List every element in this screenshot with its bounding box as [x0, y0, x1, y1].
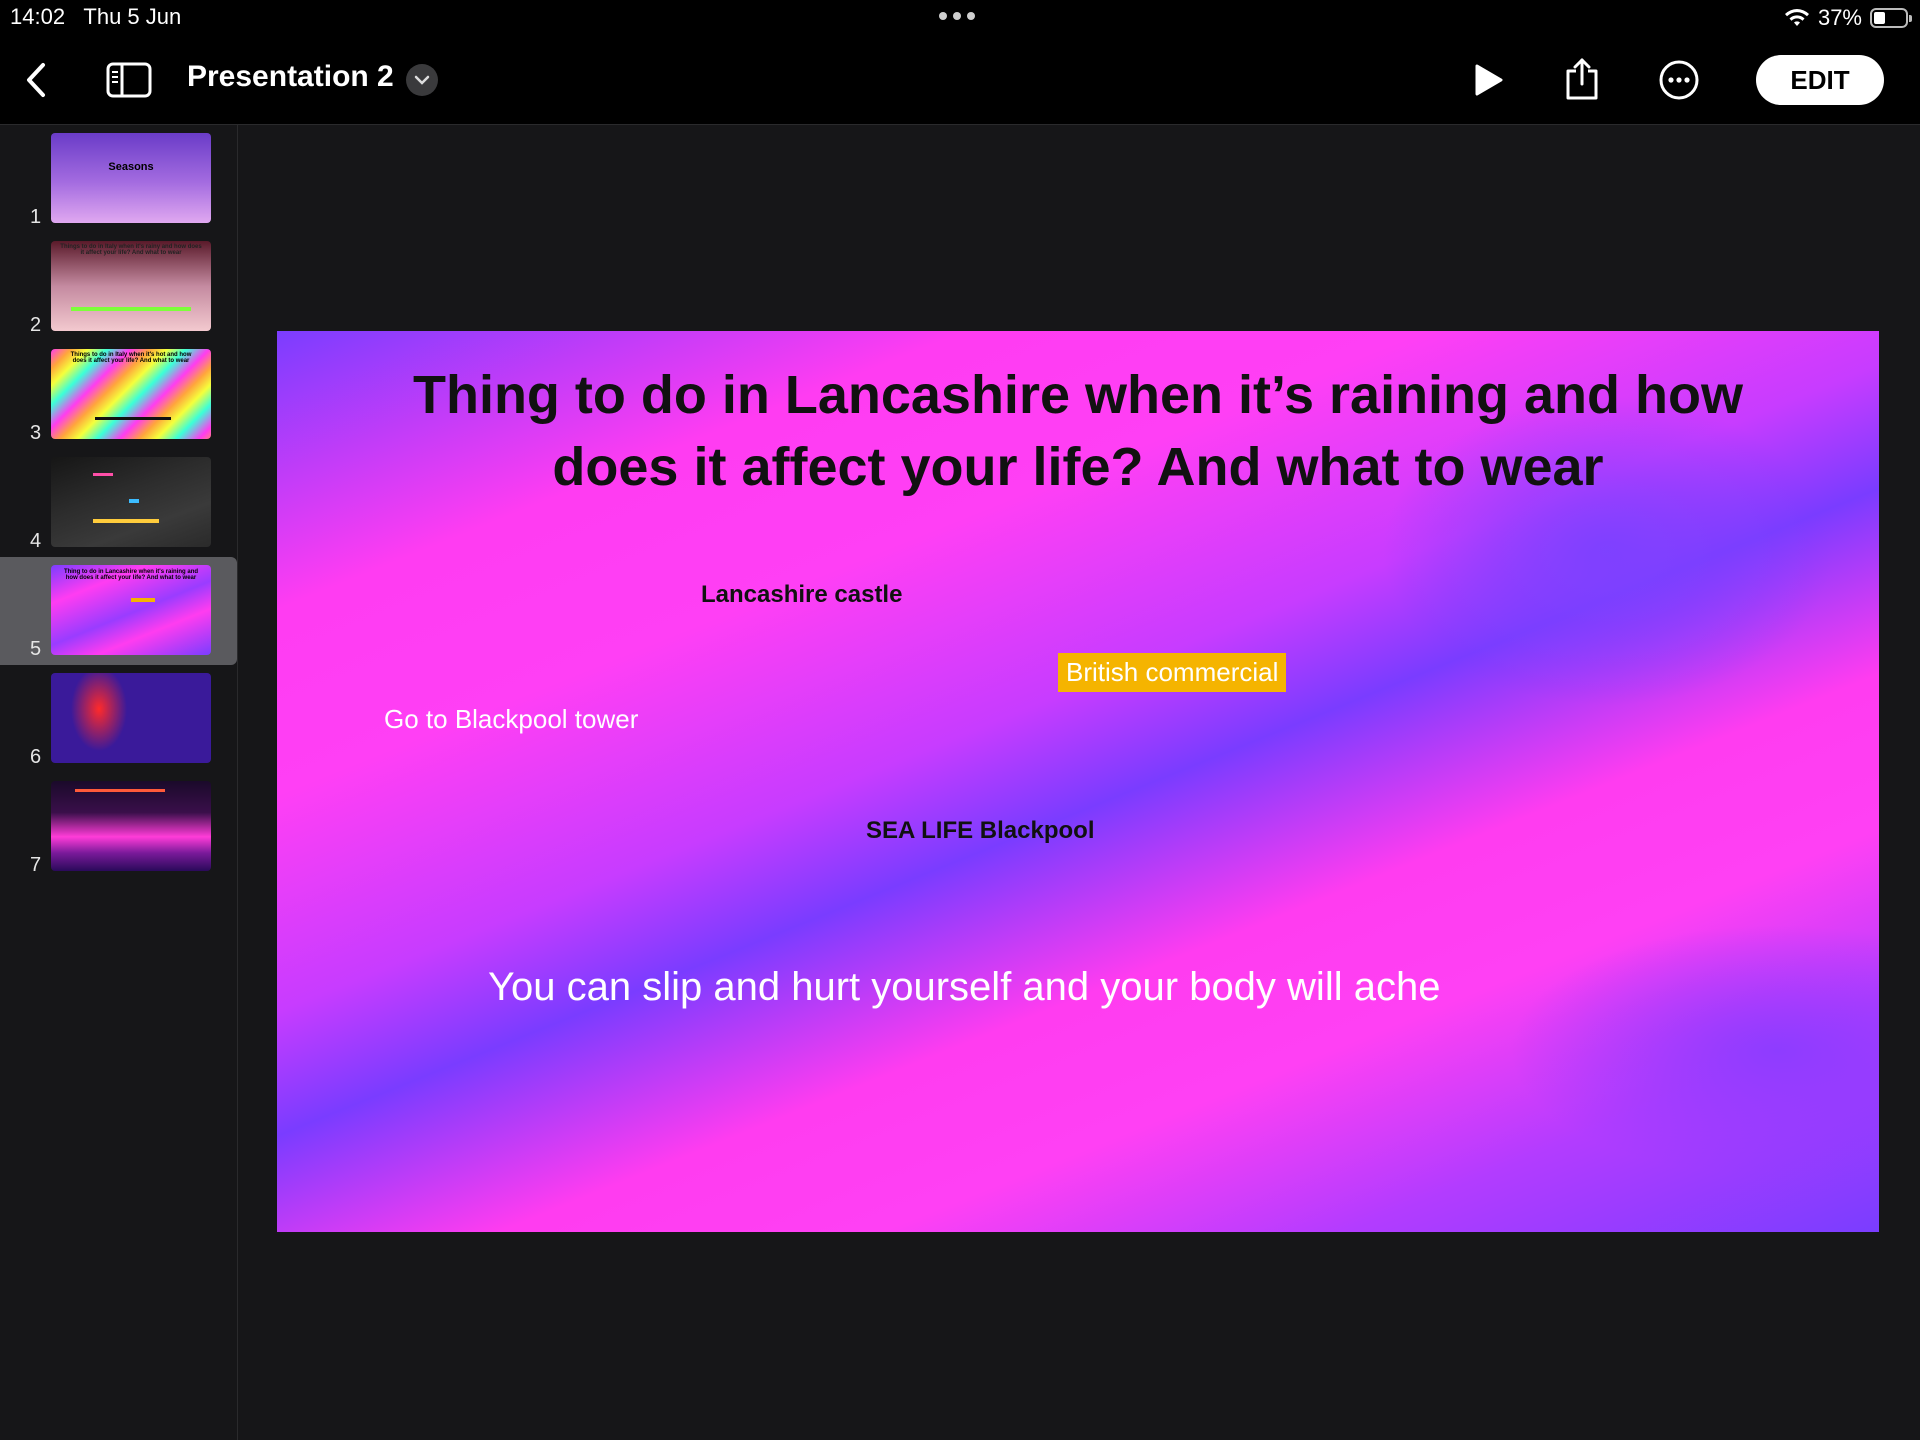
slide-number: 1	[30, 206, 42, 228]
sidebar-icon	[106, 62, 152, 98]
thumbnail-image: Thing to do in Lancashire when it's rain…	[51, 565, 211, 655]
thumbnail-image: Things to do in Italy when it's rainy an…	[51, 241, 211, 331]
status-bar: 14:02 Thu 5 Jun 37%	[0, 0, 1920, 36]
slide-number: 6	[30, 746, 42, 768]
slide-thumbnail-4[interactable]: 4	[0, 449, 237, 557]
edit-button[interactable]: EDIT	[1756, 55, 1884, 105]
thumbnail-image: Seasons	[51, 133, 211, 223]
slide-number: 3	[30, 422, 42, 444]
slide-thumbnail-3[interactable]: Things to do in Italy when it's hot and …	[0, 341, 237, 449]
chevron-down-icon	[414, 75, 430, 85]
thumbnail-image: Things to do in Italy when it's hot and …	[51, 349, 211, 439]
slide-thumbnail-7[interactable]: 7	[0, 773, 237, 881]
thumbnail-caption: Things to do in Italy when it's rainy an…	[60, 244, 202, 256]
thumbnail-image	[51, 673, 211, 763]
slide-thumbnail-6[interactable]: 6	[0, 665, 237, 773]
battery-percent: 37%	[1817, 5, 1862, 30]
thumbnail-image	[51, 781, 211, 871]
thumbnail-caption: Thing to do in Lancashire when it's rain…	[63, 569, 199, 581]
document-title[interactable]: Presentation 2	[187, 60, 394, 94]
slide-thumbnail-5[interactable]: Thing to do in Lancashire when it's rain…	[0, 557, 237, 665]
thumbnail-caption: Things to do in Italy when it's hot and …	[70, 352, 192, 364]
share-button[interactable]	[1560, 54, 1604, 104]
toolbar: Presentation 2 EDIT	[0, 36, 1920, 125]
title-menu-button[interactable]	[406, 64, 438, 96]
share-icon	[1566, 58, 1598, 100]
back-button[interactable]	[16, 58, 56, 102]
thumbnail-caption: Seasons	[108, 161, 154, 173]
slide-title: Thing to do in Lancashire when it’s rain…	[412, 365, 1744, 497]
sidebar-toggle-button[interactable]	[104, 58, 154, 102]
status-time: 14:02 Thu 5 Jun	[10, 4, 182, 29]
play-icon	[1475, 64, 1503, 96]
text-sea-life: SEA LIFE Blackpool	[866, 817, 1095, 844]
text-lancashire-castle: Lancashire castle	[701, 581, 903, 608]
multitasking-dots[interactable]	[939, 12, 975, 20]
slide-thumbnail-2[interactable]: Things to do in Italy when it's rainy an…	[0, 233, 237, 341]
slide-number: 7	[30, 854, 42, 876]
battery-icon	[1870, 8, 1912, 28]
slide-thumbnail-1[interactable]: Seasons 1	[0, 125, 237, 233]
chevron-left-icon	[27, 63, 45, 97]
more-button[interactable]	[1657, 58, 1701, 102]
slide-canvas[interactable]: Thing to do in Lancashire when it’s rain…	[277, 331, 1879, 1232]
thumbnail-image	[51, 457, 211, 547]
text-british-commercial: British commercial	[1058, 653, 1287, 692]
slide-number: 4	[30, 530, 42, 552]
slide-navigator: Seasons 1 Things to do in Italy when it'…	[0, 125, 238, 1440]
text-blackpool-tower: Go to Blackpool tower	[384, 704, 639, 734]
wifi-icon	[1784, 9, 1809, 26]
slide-number: 5	[30, 638, 42, 660]
more-icon	[1659, 60, 1699, 100]
text-slip-warning: You can slip and hurt yourself and your …	[488, 965, 1441, 1009]
slide-number: 2	[30, 314, 42, 336]
play-button[interactable]	[1466, 58, 1510, 102]
